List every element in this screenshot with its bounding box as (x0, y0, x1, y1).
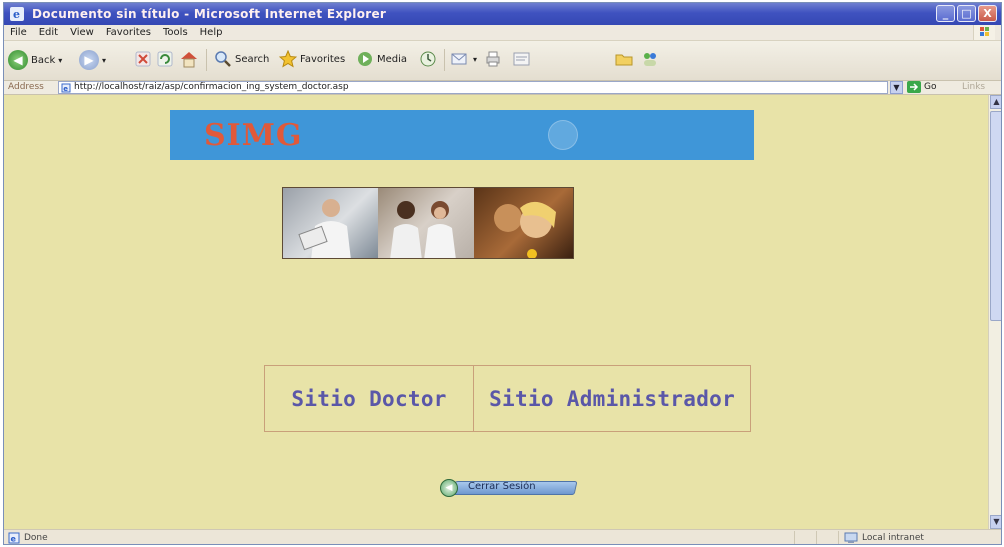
forward-button[interactable]: ▶ ▾ (79, 50, 106, 70)
logout-label: Cerrar Sesión (468, 481, 536, 492)
menu-bar: File Edit View Favorites Tools Help (4, 25, 1001, 41)
browser-window: e Documento sin título - Microsoft Inter… (3, 2, 1002, 545)
search-icon (215, 51, 231, 67)
menu-edit[interactable]: Edit (33, 26, 64, 38)
logout-arrow-icon: ◀ (440, 479, 458, 497)
status-bar: e Done Local intranet (4, 529, 1001, 544)
menu-file[interactable]: File (4, 26, 33, 38)
messenger-icon (644, 53, 656, 66)
refresh-button[interactable] (156, 50, 174, 68)
scroll-down-button[interactable]: ▼ (990, 515, 1001, 529)
address-url: http://localhost/raiz/asp/confirmacion_i… (74, 82, 349, 92)
close-button[interactable]: X (978, 5, 997, 22)
scroll-up-button[interactable]: ▲ (990, 95, 1001, 109)
page-content: SIMG Sitio Doctor Sitio Administrador ◀ … (4, 95, 988, 529)
media-label: Media (377, 53, 408, 65)
forward-arrow-icon: ▶ (79, 50, 99, 70)
address-input[interactable]: e http://localhost/raiz/asp/confirmacion… (58, 81, 888, 94)
stop-icon (135, 51, 151, 67)
print-icon (486, 51, 500, 67)
vertical-scrollbar[interactable]: ▲ ▼ (988, 95, 1001, 529)
home-button[interactable] (179, 50, 199, 68)
folder-button[interactable] (614, 50, 634, 68)
search-label: Search (235, 53, 270, 65)
photo-doctors-group (378, 188, 474, 258)
menu-tools[interactable]: Tools (157, 26, 194, 38)
site-banner: SIMG (170, 110, 754, 160)
svg-text:e: e (13, 8, 20, 21)
photo-smiling-couple (473, 188, 573, 258)
menu-help[interactable]: Help (194, 26, 229, 38)
status-text: Done (24, 533, 48, 543)
search-button[interactable]: Search (214, 50, 269, 68)
history-button[interactable] (419, 50, 437, 68)
go-button[interactable]: Go (907, 81, 936, 93)
security-zone-label: Local intranet (862, 533, 924, 543)
photo-doctor-with-clipboard (283, 188, 379, 258)
standard-toolbar: ◀ Back ▾ ▶ ▾ Search Favorites Media ▾ (4, 41, 1001, 81)
page-icon: e (61, 83, 71, 93)
print-button[interactable] (484, 50, 502, 68)
intranet-icon (844, 532, 858, 543)
links-label[interactable]: Links (962, 82, 985, 92)
mail-button[interactable]: ▾ (450, 50, 477, 68)
ie-icon: e (10, 7, 24, 21)
refresh-icon (157, 51, 173, 67)
address-dropdown-button[interactable]: ▼ (890, 81, 903, 94)
window-title: Documento sin título - Microsoft Interne… (32, 7, 387, 21)
site-doctor-button[interactable]: Sitio Doctor (265, 366, 475, 431)
favorites-star-icon (279, 50, 297, 68)
minimize-button[interactable]: _ (936, 5, 955, 22)
menu-favorites[interactable]: Favorites (100, 26, 157, 38)
page-done-icon: e (8, 532, 20, 544)
menu-view[interactable]: View (64, 26, 100, 38)
edit-button[interactable] (512, 50, 532, 68)
back-arrow-icon: ◀ (8, 50, 28, 70)
address-bar: Address e http://localhost/raiz/asp/conf… (4, 81, 1001, 95)
mail-icon (451, 53, 467, 65)
media-icon (358, 52, 372, 66)
address-label: Address (8, 82, 44, 92)
home-icon (181, 52, 197, 68)
site-selector: Sitio Doctor Sitio Administrador (264, 365, 751, 432)
photo-strip (282, 187, 574, 259)
go-arrow-icon (907, 81, 921, 93)
folder-icon (615, 54, 633, 66)
back-button[interactable]: ◀ Back ▾ (8, 50, 62, 70)
windows-logo-icon (973, 25, 995, 40)
favorites-label: Favorites (300, 53, 346, 65)
maximize-button[interactable]: □ (957, 5, 976, 22)
svg-text:e: e (63, 85, 68, 93)
messenger-button[interactable] (640, 50, 660, 68)
logout-button[interactable]: ◀ Cerrar Sesión (440, 479, 578, 497)
edit-icon (513, 52, 530, 66)
favorites-button[interactable]: Favorites (279, 50, 345, 68)
banner-emblem (548, 120, 578, 150)
go-label: Go (924, 82, 937, 92)
svg-text:e: e (11, 535, 17, 544)
site-administrator-button[interactable]: Sitio Administrador (474, 366, 750, 431)
stop-button[interactable] (134, 50, 152, 68)
title-bar: e Documento sin título - Microsoft Inter… (4, 3, 1001, 25)
brand-logo: SIMG (204, 118, 303, 153)
scroll-thumb[interactable] (990, 111, 1001, 321)
back-label: Back (31, 54, 56, 66)
history-icon (420, 51, 436, 67)
media-button[interactable]: Media (356, 50, 407, 68)
